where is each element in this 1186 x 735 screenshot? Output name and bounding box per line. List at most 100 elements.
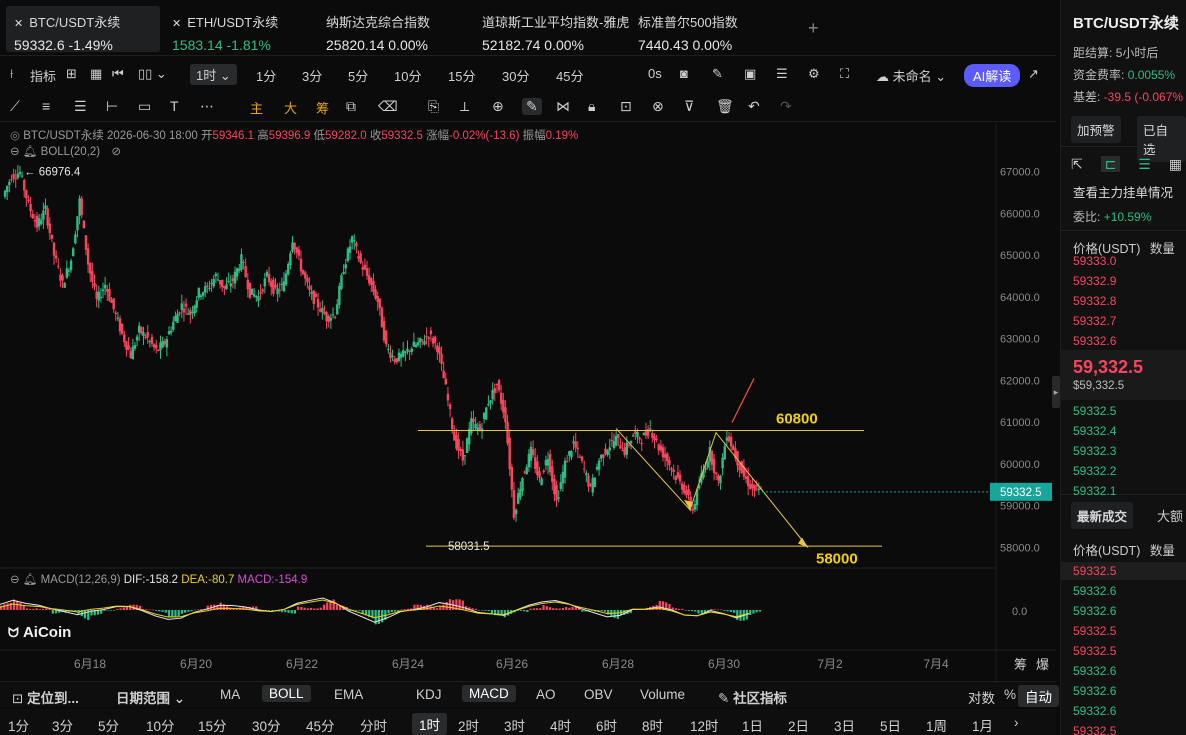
- bid-price[interactable]: 59332.1: [1073, 484, 1116, 498]
- timeframe-19[interactable]: 1周: [926, 715, 947, 735]
- timeframe-12[interactable]: 6时: [596, 715, 617, 735]
- add-tab-icon[interactable]: +: [808, 18, 819, 39]
- lock-icon[interactable]: 🔒︎: [588, 98, 595, 115]
- latest-trades-tab[interactable]: 最新成交: [1071, 502, 1134, 529]
- bid-price[interactable]: 59332.3: [1073, 444, 1116, 458]
- refresh-rate[interactable]: 0s: [648, 66, 662, 81]
- ask-price[interactable]: 59332.8: [1073, 294, 1116, 308]
- timeframe-11[interactable]: 4时: [550, 715, 571, 735]
- ticker-tab-sp500[interactable]: 标准普尔500指数 7440.43 0.00%: [630, 6, 790, 53]
- edit-icon[interactable]: ✎: [712, 66, 723, 82]
- ticker-tab-eth[interactable]: ✕ ETH/USDT永续 1583.14 -1.81%: [164, 6, 314, 53]
- ma-button[interactable]: MA: [220, 687, 240, 702]
- bar-style-icon[interactable]: ▯▯ ⌄: [138, 66, 167, 82]
- interval-1m[interactable]: 1分: [256, 66, 276, 85]
- boll-button[interactable]: BOLL: [262, 685, 311, 702]
- list-icon[interactable]: ☰: [776, 66, 788, 82]
- interval-30m[interactable]: 30分: [502, 66, 529, 85]
- large-trades-tab[interactable]: 大额: [1157, 506, 1183, 525]
- ask-price[interactable]: 59332.9: [1073, 274, 1116, 288]
- macd-label[interactable]: MACD(12,26,9): [41, 574, 121, 586]
- hide-icon[interactable]: ⊘: [111, 146, 121, 158]
- settings-icon[interactable]: ⚙: [808, 66, 820, 82]
- bid-price[interactable]: 59332.4: [1073, 424, 1116, 438]
- timeframe-17[interactable]: 3日: [834, 715, 855, 735]
- more-timeframes-icon[interactable]: ›: [1014, 715, 1019, 730]
- camera-icon[interactable]: ◙: [680, 66, 688, 81]
- eye-icon[interactable]: ◎: [10, 130, 20, 142]
- timeframe-10[interactable]: 3时: [504, 715, 525, 735]
- trendline-icon[interactable]: ⟋: [10, 98, 20, 115]
- chips-button[interactable]: 筹: [316, 98, 329, 117]
- bid-price[interactable]: 59332.2: [1073, 464, 1116, 478]
- ema-button[interactable]: EMA: [334, 687, 363, 702]
- timeframe-5[interactable]: 30分: [252, 715, 281, 735]
- community-indicators-button[interactable]: ✎ 社区指标: [718, 687, 787, 707]
- layout-name-select[interactable]: ☁ 未命名 ⌄: [876, 66, 946, 85]
- timeframe-2[interactable]: 5分: [98, 715, 119, 735]
- bid-price[interactable]: 59332.5: [1073, 404, 1116, 418]
- bell-icon[interactable]: 🔔︎: [23, 574, 38, 586]
- chart-canvas[interactable]: 67000.0 66000.0 65000.0 64000.0 63000.0 62000…: [0, 123, 1056, 681]
- bell-icon[interactable]: 🔔︎: [23, 146, 38, 158]
- log-scale-toggle[interactable]: 对数: [968, 687, 995, 707]
- timeframe-0[interactable]: 1分: [8, 715, 29, 735]
- collapse-icon[interactable]: ⊖: [10, 574, 20, 586]
- collapse-icon[interactable]: ⊖: [10, 146, 20, 158]
- image-icon[interactable]: ▣: [744, 66, 756, 82]
- timeframe-13[interactable]: 8时: [642, 715, 663, 735]
- ask-price[interactable]: 59332.6: [1073, 334, 1116, 348]
- auto-scale-toggle[interactable]: 自动: [1018, 685, 1059, 707]
- depth-icon[interactable]: ⊏: [1100, 156, 1121, 172]
- parallel-lines-icon[interactable]: ≡: [42, 98, 50, 114]
- horizontal-lines-icon[interactable]: ☰: [74, 98, 87, 115]
- timeframe-8[interactable]: 1时: [412, 713, 448, 735]
- locate-button[interactable]: ⊡ 定位到...: [12, 687, 79, 707]
- ai-interpret-button[interactable]: AI解读: [964, 64, 1021, 87]
- timeframe-9[interactable]: 2时: [458, 715, 479, 735]
- fullscreen-icon[interactable]: ⛶: [840, 66, 849, 82]
- timeframe-14[interactable]: 12时: [690, 715, 719, 735]
- interval-10m[interactable]: 10分: [394, 66, 421, 85]
- interval-45m[interactable]: 45分: [556, 66, 583, 85]
- magnet-icon[interactable]: ⋈: [556, 98, 570, 115]
- share-icon[interactable]: ↗: [1028, 66, 1039, 82]
- horizontal-line-icon[interactable]: ⊢: [106, 98, 118, 115]
- ao-button[interactable]: AO: [536, 687, 556, 702]
- price-chart[interactable]: 67000.0 66000.0 65000.0 64000.0 63000.0 62000…: [0, 123, 1056, 681]
- large-orders-button[interactable]: 大: [284, 98, 297, 117]
- interval-5m[interactable]: 5分: [348, 66, 368, 85]
- pattern-icon[interactable]: ⧉: [346, 98, 356, 115]
- close-icon[interactable]: ✕: [14, 18, 23, 30]
- replay-icon[interactable]: ⏮: [112, 66, 124, 82]
- depth-title[interactable]: 查看主力挂单情况: [1073, 182, 1173, 201]
- undo-icon[interactable]: ↶: [748, 98, 760, 115]
- clear-drawings-icon[interactable]: ⌫: [378, 98, 398, 115]
- zoom-icon[interactable]: ⊕: [492, 98, 504, 115]
- ask-price[interactable]: 59333.0: [1073, 254, 1116, 268]
- indicators-button[interactable]: 指标: [30, 66, 56, 85]
- link-icon[interactable]: ⊗: [652, 98, 664, 115]
- more-shapes-icon[interactable]: ⋯: [200, 98, 214, 115]
- boll-label[interactable]: BOLL(20,2): [41, 146, 100, 158]
- timeframe-1[interactable]: 3分: [52, 715, 73, 735]
- grid-icon[interactable]: ▦: [1169, 156, 1182, 172]
- text-icon[interactable]: T: [170, 98, 179, 114]
- bookmark-icon[interactable]: ⎘: [428, 98, 439, 115]
- ticker-tab-dow[interactable]: 道琼斯工业平均指数-雅虎 52182.74 0.00%: [474, 6, 634, 53]
- percent-scale-toggle[interactable]: %: [1004, 687, 1016, 702]
- obv-button[interactable]: OBV: [584, 687, 613, 702]
- main-force-button[interactable]: 主: [250, 98, 263, 117]
- timeframe-16[interactable]: 2日: [788, 715, 809, 735]
- timeframe-20[interactable]: 1月: [972, 715, 993, 735]
- layout-icon[interactable]: ▦: [90, 66, 102, 82]
- timeframe-3[interactable]: 10分: [146, 715, 175, 735]
- volume-button[interactable]: Volume: [640, 687, 685, 702]
- macd-button[interactable]: MACD: [462, 685, 516, 702]
- kdj-button[interactable]: KDJ: [416, 687, 442, 702]
- orders-icon[interactable]: ⇱: [1071, 156, 1083, 172]
- alert-icon[interactable]: ⊡: [620, 98, 632, 115]
- candle-type-icon[interactable]: ⟊: [10, 66, 13, 82]
- timeframe-7[interactable]: 分时: [360, 715, 387, 735]
- compare-icon[interactable]: ⊞: [66, 66, 77, 82]
